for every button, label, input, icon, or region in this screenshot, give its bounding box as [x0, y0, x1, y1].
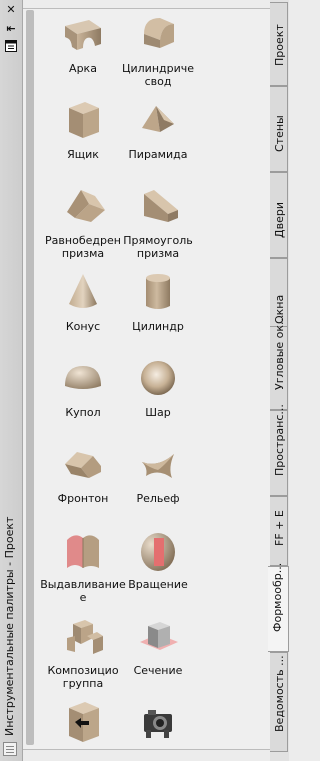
tab-label: FF + E [273, 510, 286, 546]
arch-icon [65, 20, 101, 50]
gable-icon [65, 452, 101, 478]
tab-schedules[interactable]: Ведомость ... [270, 652, 288, 752]
tab-doors[interactable]: Двери [270, 172, 288, 258]
pyramid-icon [142, 106, 174, 132]
palette-title-bar[interactable]: ✕ ⇤ Инструментальные палитры - Проект [0, 0, 23, 761]
box-icon [69, 102, 99, 138]
tab-label: Пространс... [273, 404, 286, 476]
tab-project[interactable]: Проект [270, 2, 288, 86]
tool-label-line2: свод [144, 75, 172, 88]
tab-label: Угловые ок... [273, 314, 286, 390]
tool-label: Шар [145, 406, 171, 419]
insert-box-icon [69, 702, 99, 742]
tab-walls[interactable]: Стены [270, 86, 288, 172]
tab-space[interactable]: Пространс... [270, 404, 288, 496]
tool-pyramid[interactable]: Пирамида [113, 98, 203, 161]
tool-label: Рельеф [136, 492, 180, 505]
autohide-icon[interactable]: ⇤ [4, 22, 18, 36]
tool-right-prism[interactable]: Прямоуголь призма [113, 184, 203, 260]
tool-cylinder-vault[interactable]: Цилиндриче свод [113, 12, 203, 88]
tool-label-line2: е [79, 591, 87, 604]
camera-icon [144, 710, 172, 738]
extrude-icon [67, 535, 99, 568]
dome-icon [65, 366, 101, 389]
tool-camera[interactable] [113, 698, 203, 744]
palette-title: Инструментальные палитры - Проект [3, 516, 16, 736]
tool-label: Пирамида [128, 148, 188, 161]
composition-group-icon [67, 620, 103, 654]
tab-label: Формообр... [271, 562, 284, 632]
tool-label-line2: группа [62, 677, 104, 690]
tab-ff-e[interactable]: FF + E [270, 496, 288, 566]
tool-label: Вращение [128, 578, 188, 591]
tab-label: Стены [273, 115, 286, 152]
cylinder-icon [146, 274, 170, 309]
sphere-icon [141, 361, 175, 395]
tab-massing[interactable]: Формообр... [268, 562, 289, 652]
relief-icon [142, 454, 174, 478]
palette-tab-strip: Проект Стены Двери Окна Угловые ок... Пр… [268, 0, 289, 761]
right-prism-icon [144, 190, 178, 222]
tool-label: Прямоуголь [123, 234, 193, 247]
tab-label: Проект [273, 24, 286, 66]
tool-section[interactable]: Сечение [113, 614, 203, 677]
tab-label: Ведомость ... [273, 655, 286, 732]
tool-revolve[interactable]: Вращение [113, 528, 203, 591]
close-icon[interactable]: ✕ [4, 3, 18, 17]
tab-corner-windows[interactable]: Угловые ок... [270, 314, 288, 410]
isosceles-prism-icon [67, 190, 105, 222]
properties-icon[interactable] [4, 40, 18, 54]
tool-label: Цилиндр [132, 320, 184, 333]
revolve-icon [141, 533, 175, 571]
resize-handle[interactable] [3, 742, 17, 756]
tool-sphere[interactable]: Шар [113, 356, 203, 419]
tab-label: Двери [273, 202, 286, 238]
tool-relief[interactable]: Рельеф [113, 442, 203, 505]
palette-scrollbar[interactable] [26, 10, 34, 745]
cone-icon [69, 274, 97, 308]
tool-cylinder[interactable]: Цилиндр [113, 270, 203, 333]
tool-label: Сечение [133, 664, 183, 677]
tool-label-line2: призма [136, 247, 180, 260]
cylinder-vault-icon [144, 18, 174, 48]
section-icon [140, 622, 178, 650]
tool-label: Цилиндриче [121, 62, 195, 75]
